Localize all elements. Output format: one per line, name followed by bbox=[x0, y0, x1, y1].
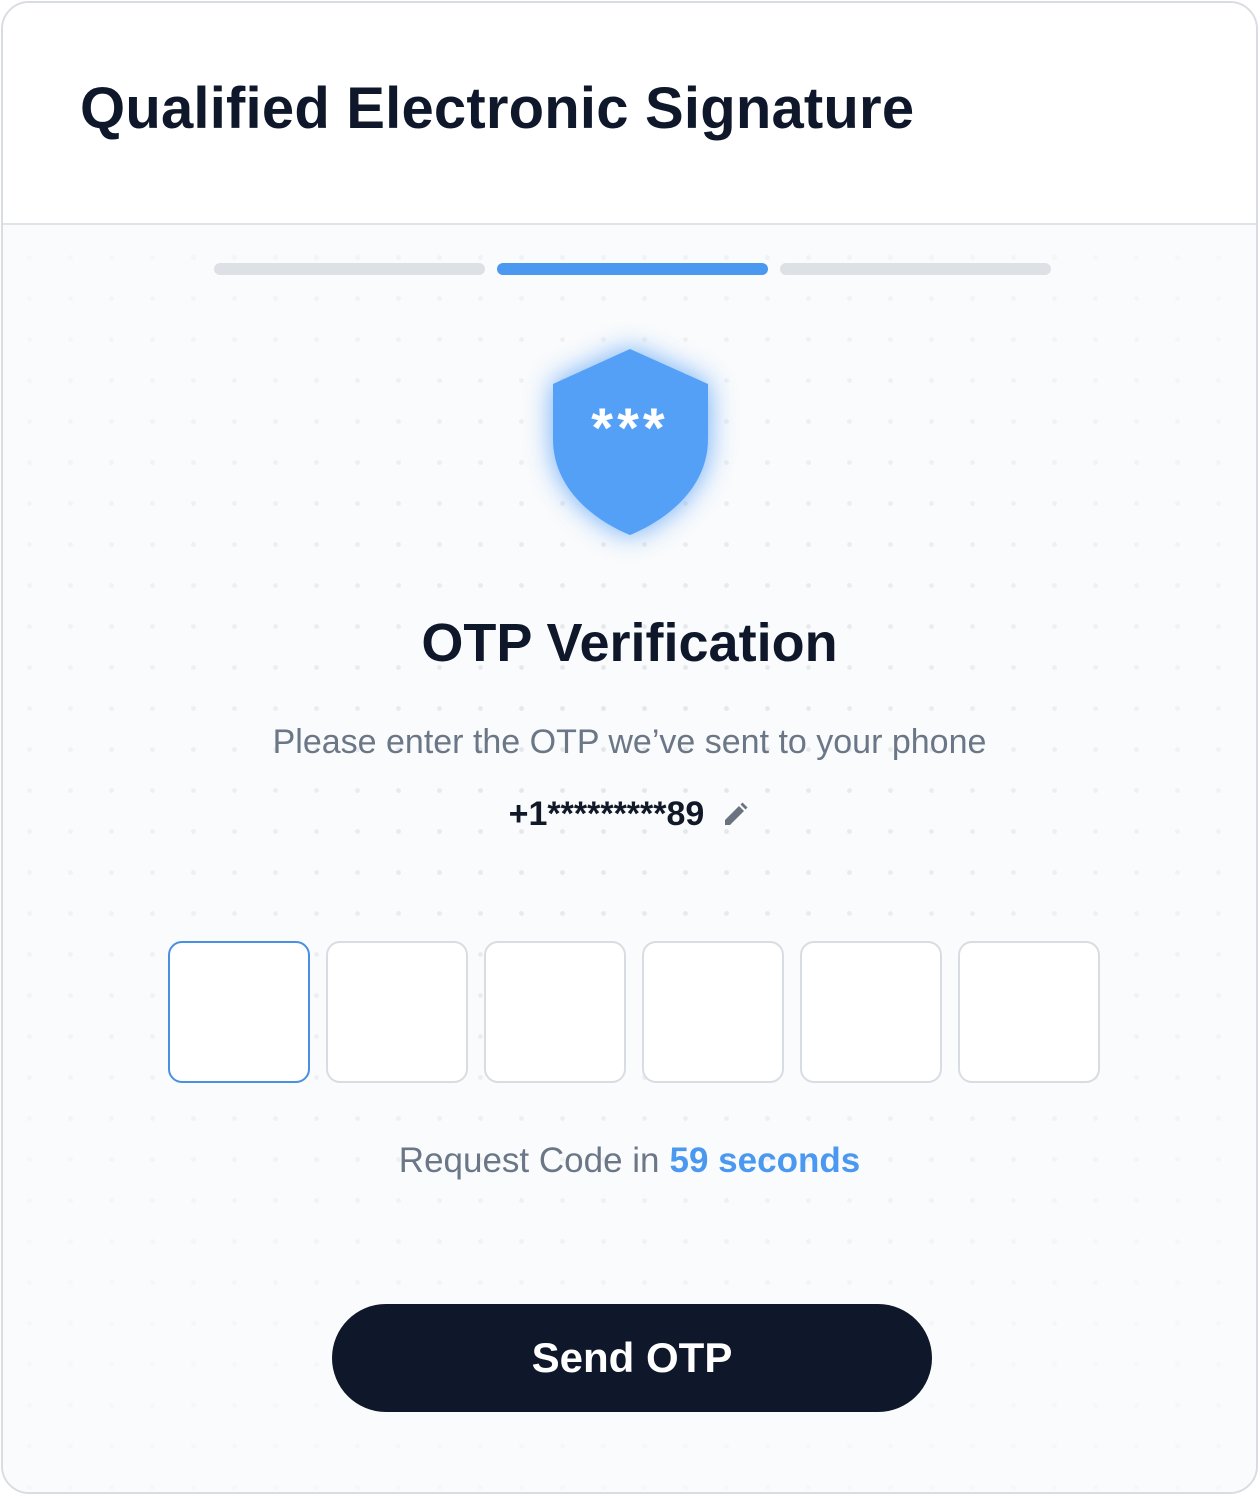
phone-number: +1*********89 bbox=[508, 795, 705, 833]
progress-step-2 bbox=[497, 263, 768, 275]
otp-subtitle: Please enter the OTP we’ve sent to your … bbox=[272, 723, 987, 761]
timer-countdown: 59 seconds bbox=[669, 1141, 861, 1180]
send-otp-button[interactable]: Send OTP bbox=[332, 1304, 932, 1412]
otp-digit-5[interactable] bbox=[800, 941, 942, 1083]
shield-asterisk-icon: *** bbox=[543, 339, 718, 539]
card-body: *** OTP Verification Please enter the OT… bbox=[3, 227, 1256, 1492]
pencil-icon[interactable] bbox=[720, 800, 750, 830]
otp-digit-6[interactable] bbox=[958, 941, 1100, 1083]
otp-digit-4[interactable] bbox=[642, 941, 784, 1083]
card-header: Qualified Electronic Signature bbox=[3, 3, 1256, 225]
shield-glyph: *** bbox=[591, 396, 668, 459]
otp-digit-3[interactable] bbox=[484, 941, 626, 1083]
signature-card: Qualified Electronic Signature *** OTP V… bbox=[1, 1, 1258, 1494]
resend-timer: Request Code in 59 seconds bbox=[3, 1141, 1256, 1181]
otp-digit-2[interactable] bbox=[326, 941, 468, 1083]
timer-label: Request Code in bbox=[398, 1141, 660, 1180]
step-progress bbox=[214, 263, 1051, 275]
otp-title: OTP Verification bbox=[421, 613, 838, 673]
progress-step-3 bbox=[780, 263, 1051, 275]
page-title: Qualified Electronic Signature bbox=[80, 76, 915, 141]
otp-inputs bbox=[168, 941, 1100, 1083]
otp-digit-1[interactable] bbox=[168, 941, 310, 1083]
progress-step-1 bbox=[214, 263, 485, 275]
phone-row: +1*********89 bbox=[3, 795, 1256, 834]
